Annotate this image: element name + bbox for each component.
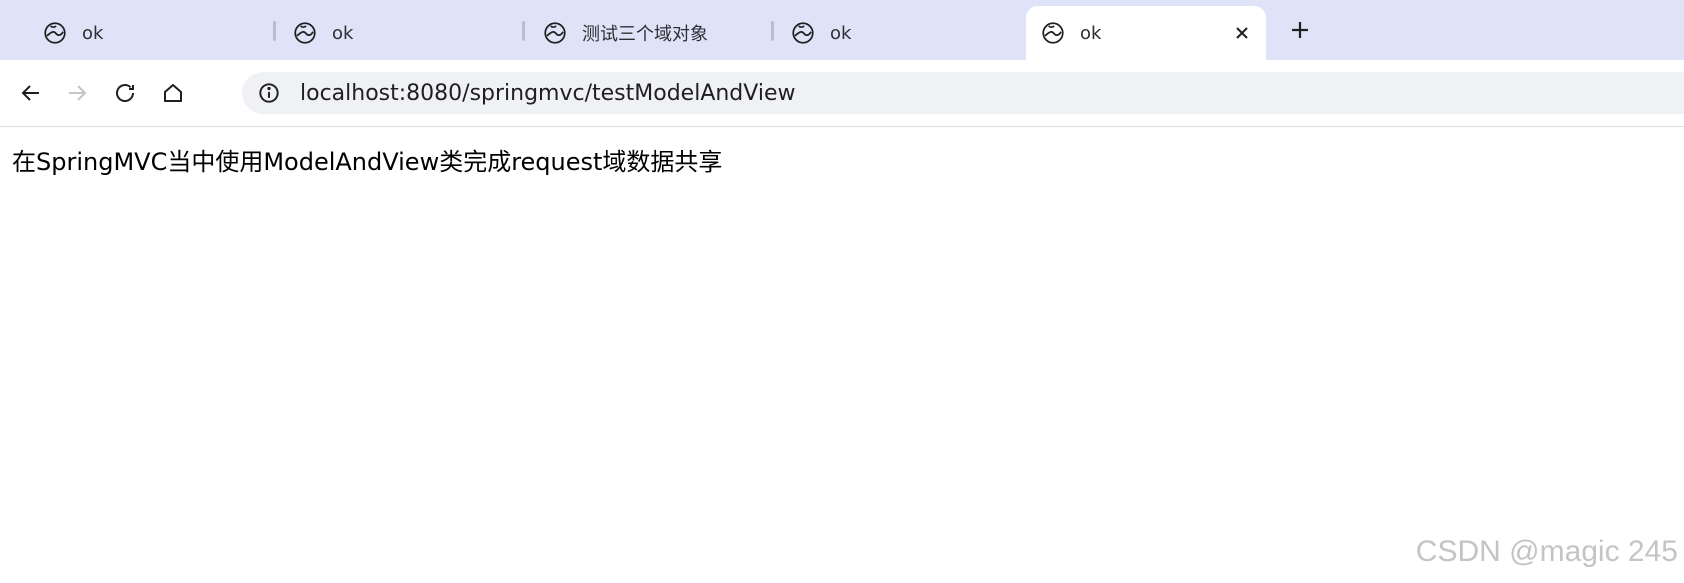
globe-icon	[292, 20, 318, 46]
tab-2[interactable]: ok	[278, 6, 518, 60]
browser-toolbar: localhost:8080/springmvc/testModelAndVie…	[0, 60, 1684, 127]
tab-strip: ok ok 测试三个域对象 ok ok	[0, 0, 1684, 60]
home-button[interactable]	[156, 76, 190, 110]
tab-label: ok	[332, 22, 354, 44]
tab-label: ok	[830, 22, 852, 44]
reload-button[interactable]	[108, 76, 142, 110]
tab-label: 测试三个域对象	[582, 24, 708, 45]
page-body-text: 在SpringMVC当中使用ModelAndView类完成request域数据共…	[12, 148, 723, 176]
tab-separator	[273, 21, 276, 41]
watermark: CSDN @magic 245	[1415, 535, 1678, 568]
globe-icon	[42, 20, 68, 46]
home-icon	[161, 81, 185, 105]
info-icon[interactable]	[256, 80, 282, 106]
reload-icon	[113, 81, 137, 105]
tab-label: ok	[82, 22, 104, 44]
globe-icon	[542, 20, 568, 46]
tab-3[interactable]: 测试三个域对象	[528, 6, 768, 60]
new-tab-button[interactable]	[1282, 12, 1318, 48]
forward-button[interactable]	[60, 76, 94, 110]
tab-label: ok	[1080, 22, 1102, 44]
tab-4[interactable]: ok	[776, 6, 1016, 60]
close-icon[interactable]	[1228, 19, 1256, 47]
tab-separator	[522, 21, 525, 41]
tab-separator	[771, 21, 774, 41]
tab-5-active[interactable]: ok	[1026, 6, 1266, 60]
plus-icon	[1289, 19, 1311, 41]
address-bar[interactable]: localhost:8080/springmvc/testModelAndVie…	[242, 72, 1684, 114]
url-text[interactable]: localhost:8080/springmvc/testModelAndVie…	[300, 81, 795, 106]
back-arrow-icon	[19, 81, 43, 105]
back-button[interactable]	[14, 76, 48, 110]
globe-icon	[1040, 20, 1066, 46]
globe-icon	[790, 20, 816, 46]
tab-1[interactable]: ok	[28, 6, 268, 60]
forward-arrow-icon	[65, 81, 89, 105]
